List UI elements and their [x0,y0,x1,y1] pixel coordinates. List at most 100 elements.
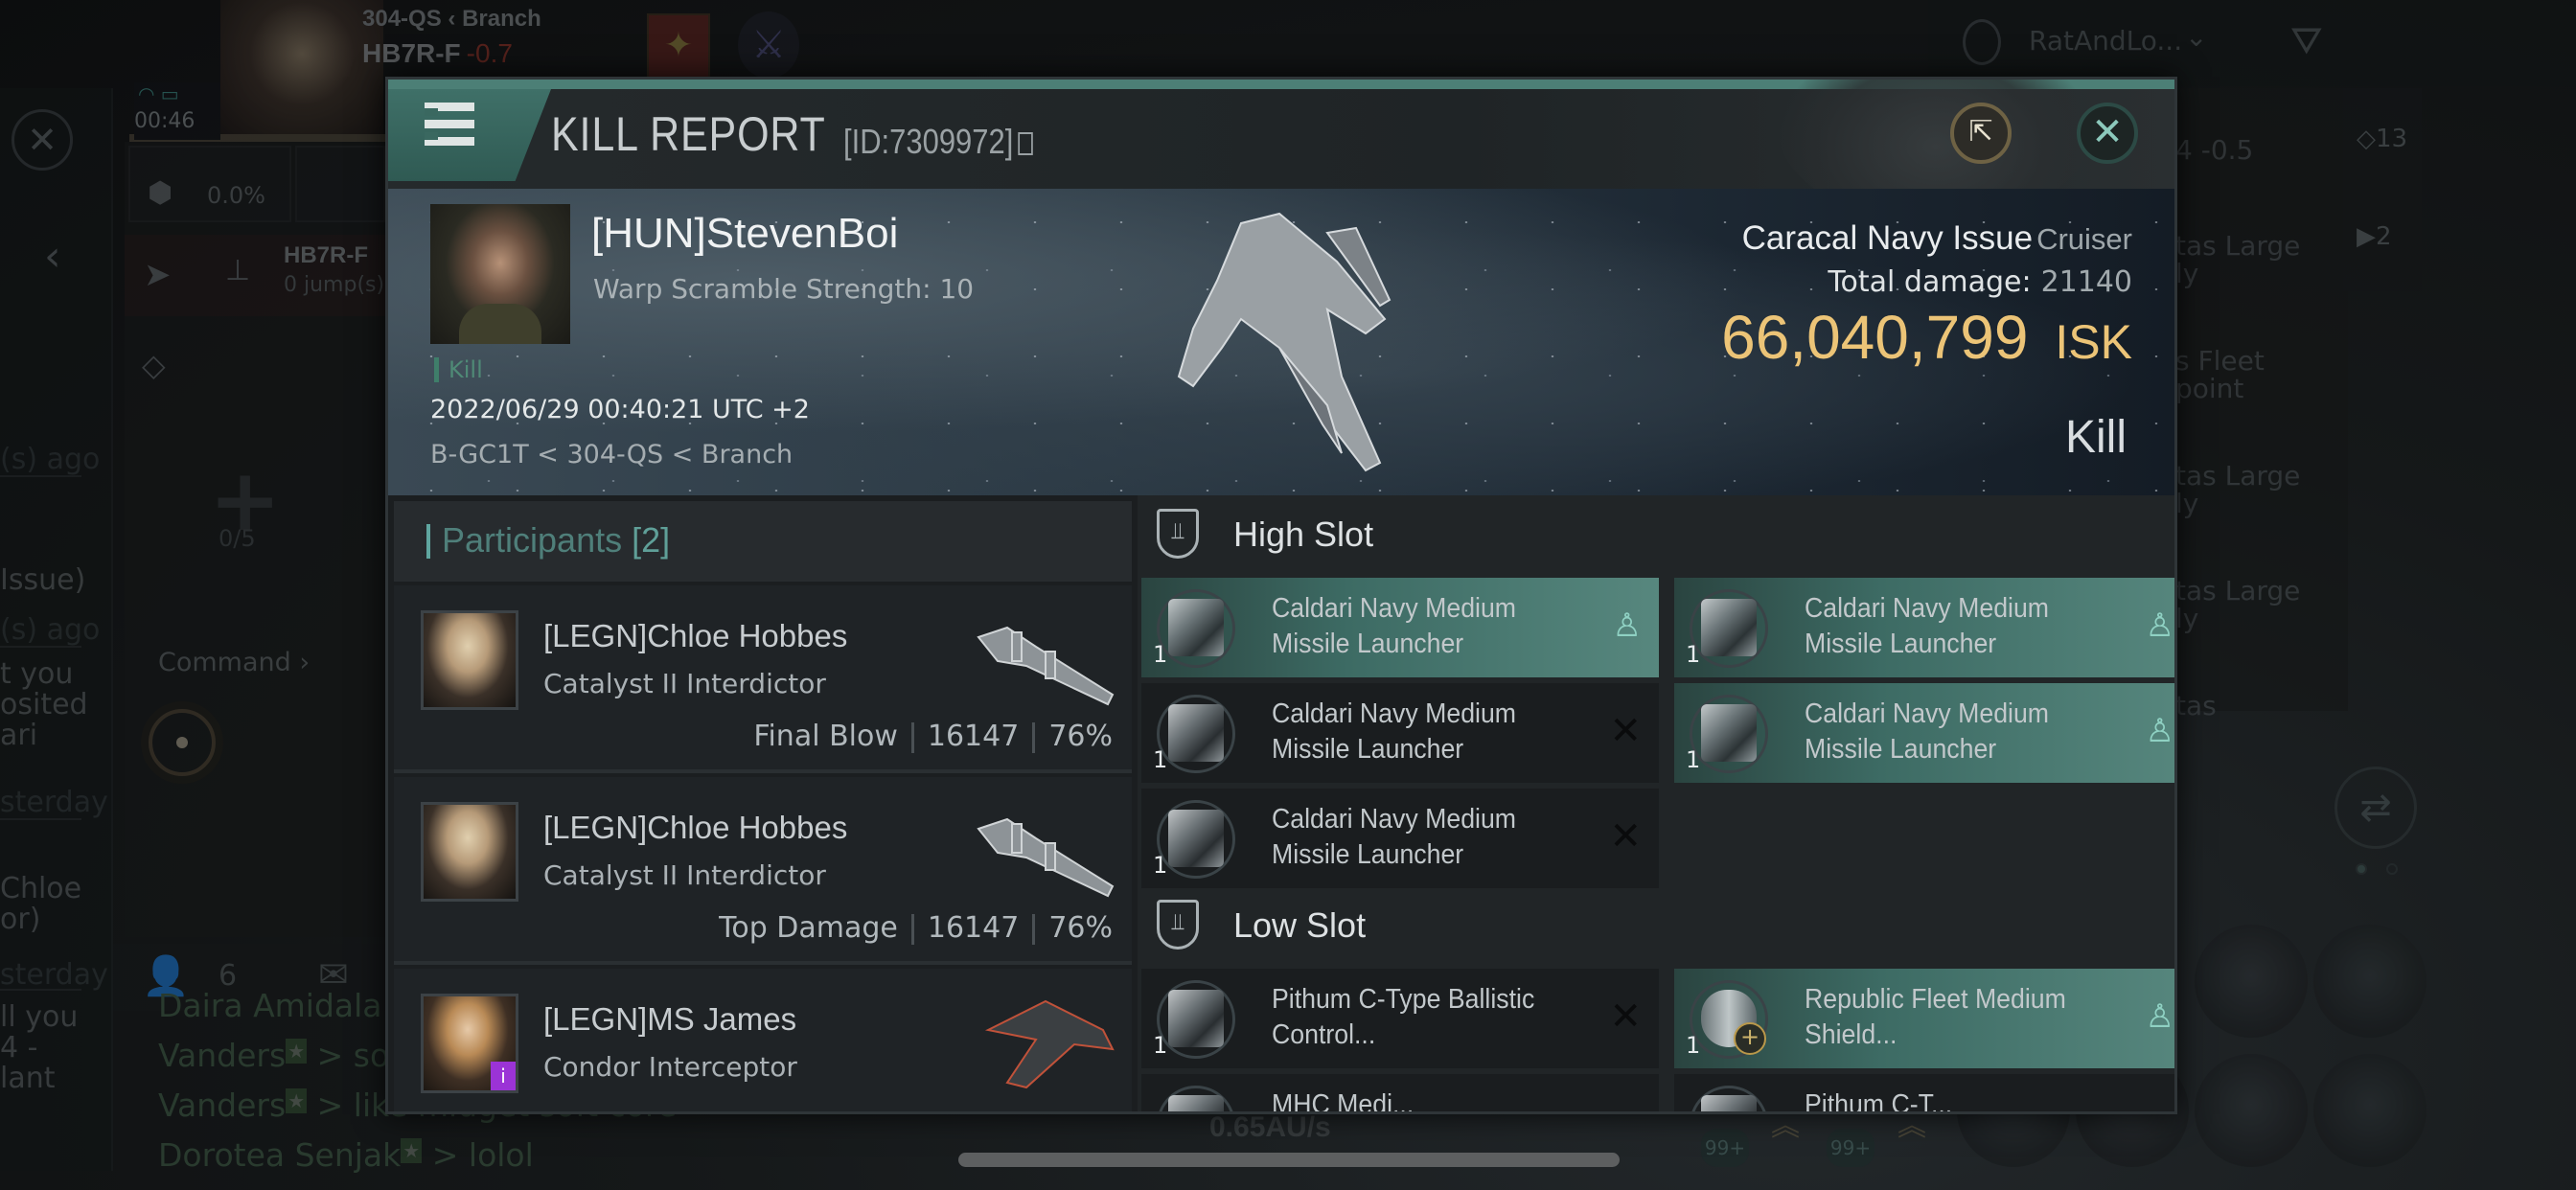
ammo-count-badge: 99+ [1701,1129,1749,1167]
total-damage: Total damage: 21140 [1828,265,2132,299]
chat-message: Vanders ★ > so [158,1037,390,1074]
chat-snippet: or) [0,903,41,936]
victim-name[interactable]: [HUN]StevenBoi [591,210,898,258]
missile-launcher-icon [1168,990,1224,1047]
share-button[interactable]: ⇱ [1950,103,2012,164]
menu-button[interactable] [388,89,551,181]
overview-row[interactable]: tas [2175,692,2217,721]
kill-report-dialog: KILL REPORT [ID:7309972] ⇱ ✕ [HUN]Steven… [385,77,2177,1114]
radar-icon[interactable] [1963,19,2001,65]
page-dot[interactable] [2386,863,2398,875]
filter-icon[interactable]: ⛛ [2290,19,2323,63]
dialog-title: KILL REPORT [551,107,826,161]
overview-row[interactable]: tas Large ly [2175,232,2300,288]
participant-name: [LEGN]Chloe Hobbes [543,810,848,845]
navigation-arrow-icon: ➤ [144,256,172,294]
missile-launcher-icon [1701,704,1757,762]
module-item[interactable]: Pithum C-T... [1674,1074,2174,1114]
missile-launcher-icon [1168,704,1224,762]
participant-avatar[interactable] [421,802,518,902]
system-path[interactable]: 304-QS ‹ Branch [362,6,541,33]
overview-row[interactable]: tas Large ly [2175,462,2300,518]
participant-avatar[interactable]: i [421,994,518,1093]
module-item[interactable]: MHC Medi... [1141,1074,1659,1114]
participant-stats: Top Damage 16147 76% [719,911,1113,945]
fitting-panel: ⫫ High Slot 1 Caldari Navy Medium Missile… [1138,495,2174,1114]
participant-row[interactable]: i [LEGN]MS James Condor Interceptor [394,969,1132,1111]
star-icon: ★ [401,1138,423,1163]
module-item[interactable]: 1 Caldari Navy Medium Missile Launcher ✕ [1141,789,1659,888]
station-icon: ⊥ [225,254,251,287]
close-chat-button[interactable]: ✕ [12,109,73,171]
drone-icon[interactable] [2195,1054,2308,1167]
participant-stats: Final Blow 16147 76% [753,720,1113,753]
chat-snippet: (s) ago [0,613,101,647]
command-link[interactable]: Command › [158,648,310,677]
module-quantity: 1 [1686,746,1701,773]
module-item[interactable]: 1 Pithum C-Type Ballistic Control... ✕ [1141,969,1659,1068]
participant-row[interactable]: [LEGN]Chloe Hobbes Catalyst II Interdict… [394,585,1132,773]
participant-ship: Condor Interceptor [543,1051,797,1083]
current-system[interactable]: HB7R-F -0.7 [362,38,513,69]
module-item[interactable]: 1 Caldari Navy Medium Missile Launcher ♙ [1674,683,2174,783]
wifi-icon: ◠ ▭ [138,82,179,105]
chat-message: Dorotea Senjak ★ > lolol [158,1136,534,1174]
participant-name: [LEGN]MS James [543,1001,797,1037]
overview-profile-select[interactable]: RatAndLo... [2029,25,2182,57]
kill-timestamp: 2022/06/29 00:40:21 UTC +2 [430,395,810,424]
route-panel[interactable]: ➤ ⊥ HB7R-F 0 jump(s) [125,235,385,316]
kill-location[interactable]: B-GC1T < 304-QS < Branch [430,440,793,469]
module-quantity: 1 [1153,746,1168,773]
wreck-counter[interactable]: ▶2 [2357,222,2392,251]
participant-percent: 76% [1048,720,1113,753]
security-status: -0.7 [466,38,513,68]
overview-row[interactable]: s Fleet point [2175,347,2265,403]
chat-snippet: lant [0,1062,56,1095]
hostile-counter[interactable]: ◇13 [2357,125,2407,153]
module-quantity: 1 [1153,1032,1168,1059]
drone-cell[interactable] [295,146,385,222]
swap-icon[interactable]: ⇄ [2334,767,2417,849]
corporation-logo[interactable]: ✦ [647,13,710,79]
participant-damage: 16147 [927,911,1020,945]
close-button[interactable]: ✕ [2077,103,2138,164]
module-name: Caldari Navy Medium Missile Launcher [1272,804,1517,870]
dropped-icon: ♙ [2145,712,2174,750]
module-item[interactable]: 1 Caldari Navy Medium Missile Launcher ♙ [1141,578,1659,677]
module-item[interactable]: 1 Caldari Navy Medium Missile Launcher ✕ [1141,683,1659,783]
victim-ship-type[interactable]: Caracal Navy Issue Cruiser [1742,219,2132,258]
chat-snippet: osited [0,688,88,721]
module-name: Caldari Navy Medium Missile Launcher [1272,698,1517,765]
collapse-arrow-icon[interactable]: ‹ [44,232,61,281]
chevron-down-icon[interactable]: ⌄ [2185,21,2207,53]
victim-avatar[interactable] [430,204,570,344]
alliance-logo[interactable]: ⚔ [738,11,799,79]
module-launcher-icon[interactable] [2195,925,2308,1038]
module-shield-booster-icon[interactable] [2313,925,2426,1038]
module-name: Pithum C-T... [1805,1089,1953,1114]
overview-row[interactable]: tas Large ly [2175,577,2300,633]
command-orb-icon[interactable] [149,709,216,776]
route-jumps: 0 jump(s) [284,273,385,297]
isk-value: 66,040,799 ISK [1721,303,2132,372]
participant-row[interactable]: [LEGN]Chloe Hobbes Catalyst II Interdict… [394,777,1132,965]
copy-icon[interactable] [1018,132,1033,156]
module-item[interactable]: 1 Republic Fleet Medium Shield... ♙ [1674,969,2174,1068]
player-portrait[interactable] [220,0,383,134]
drone-icon[interactable] [2313,1054,2426,1167]
result-label: Kill [2064,412,2127,463]
missile-launcher-icon [1168,810,1224,867]
ammo-count-badge: 99+ [1827,1129,1874,1167]
home-indicator[interactable] [958,1153,1620,1167]
module-quantity: 1 [1686,641,1701,668]
module-item[interactable]: 1 Caldari Navy Medium Missile Launcher ♙ [1674,578,2174,677]
module-name: MHC Medi... [1272,1089,1414,1114]
cargo-cell[interactable]: ⬢ 0.0% [128,146,291,222]
participant-ship-image [977,626,1115,706]
victim-ship-image[interactable] [1136,204,1423,482]
participants-header[interactable]: Participants [2] [394,501,1132,582]
page-dot[interactable] [2356,863,2367,875]
overview-row[interactable]: 4 -0.5 [2175,136,2253,165]
participant-avatar[interactable] [421,610,518,710]
info-diamond-icon[interactable]: ◇ [142,347,166,383]
